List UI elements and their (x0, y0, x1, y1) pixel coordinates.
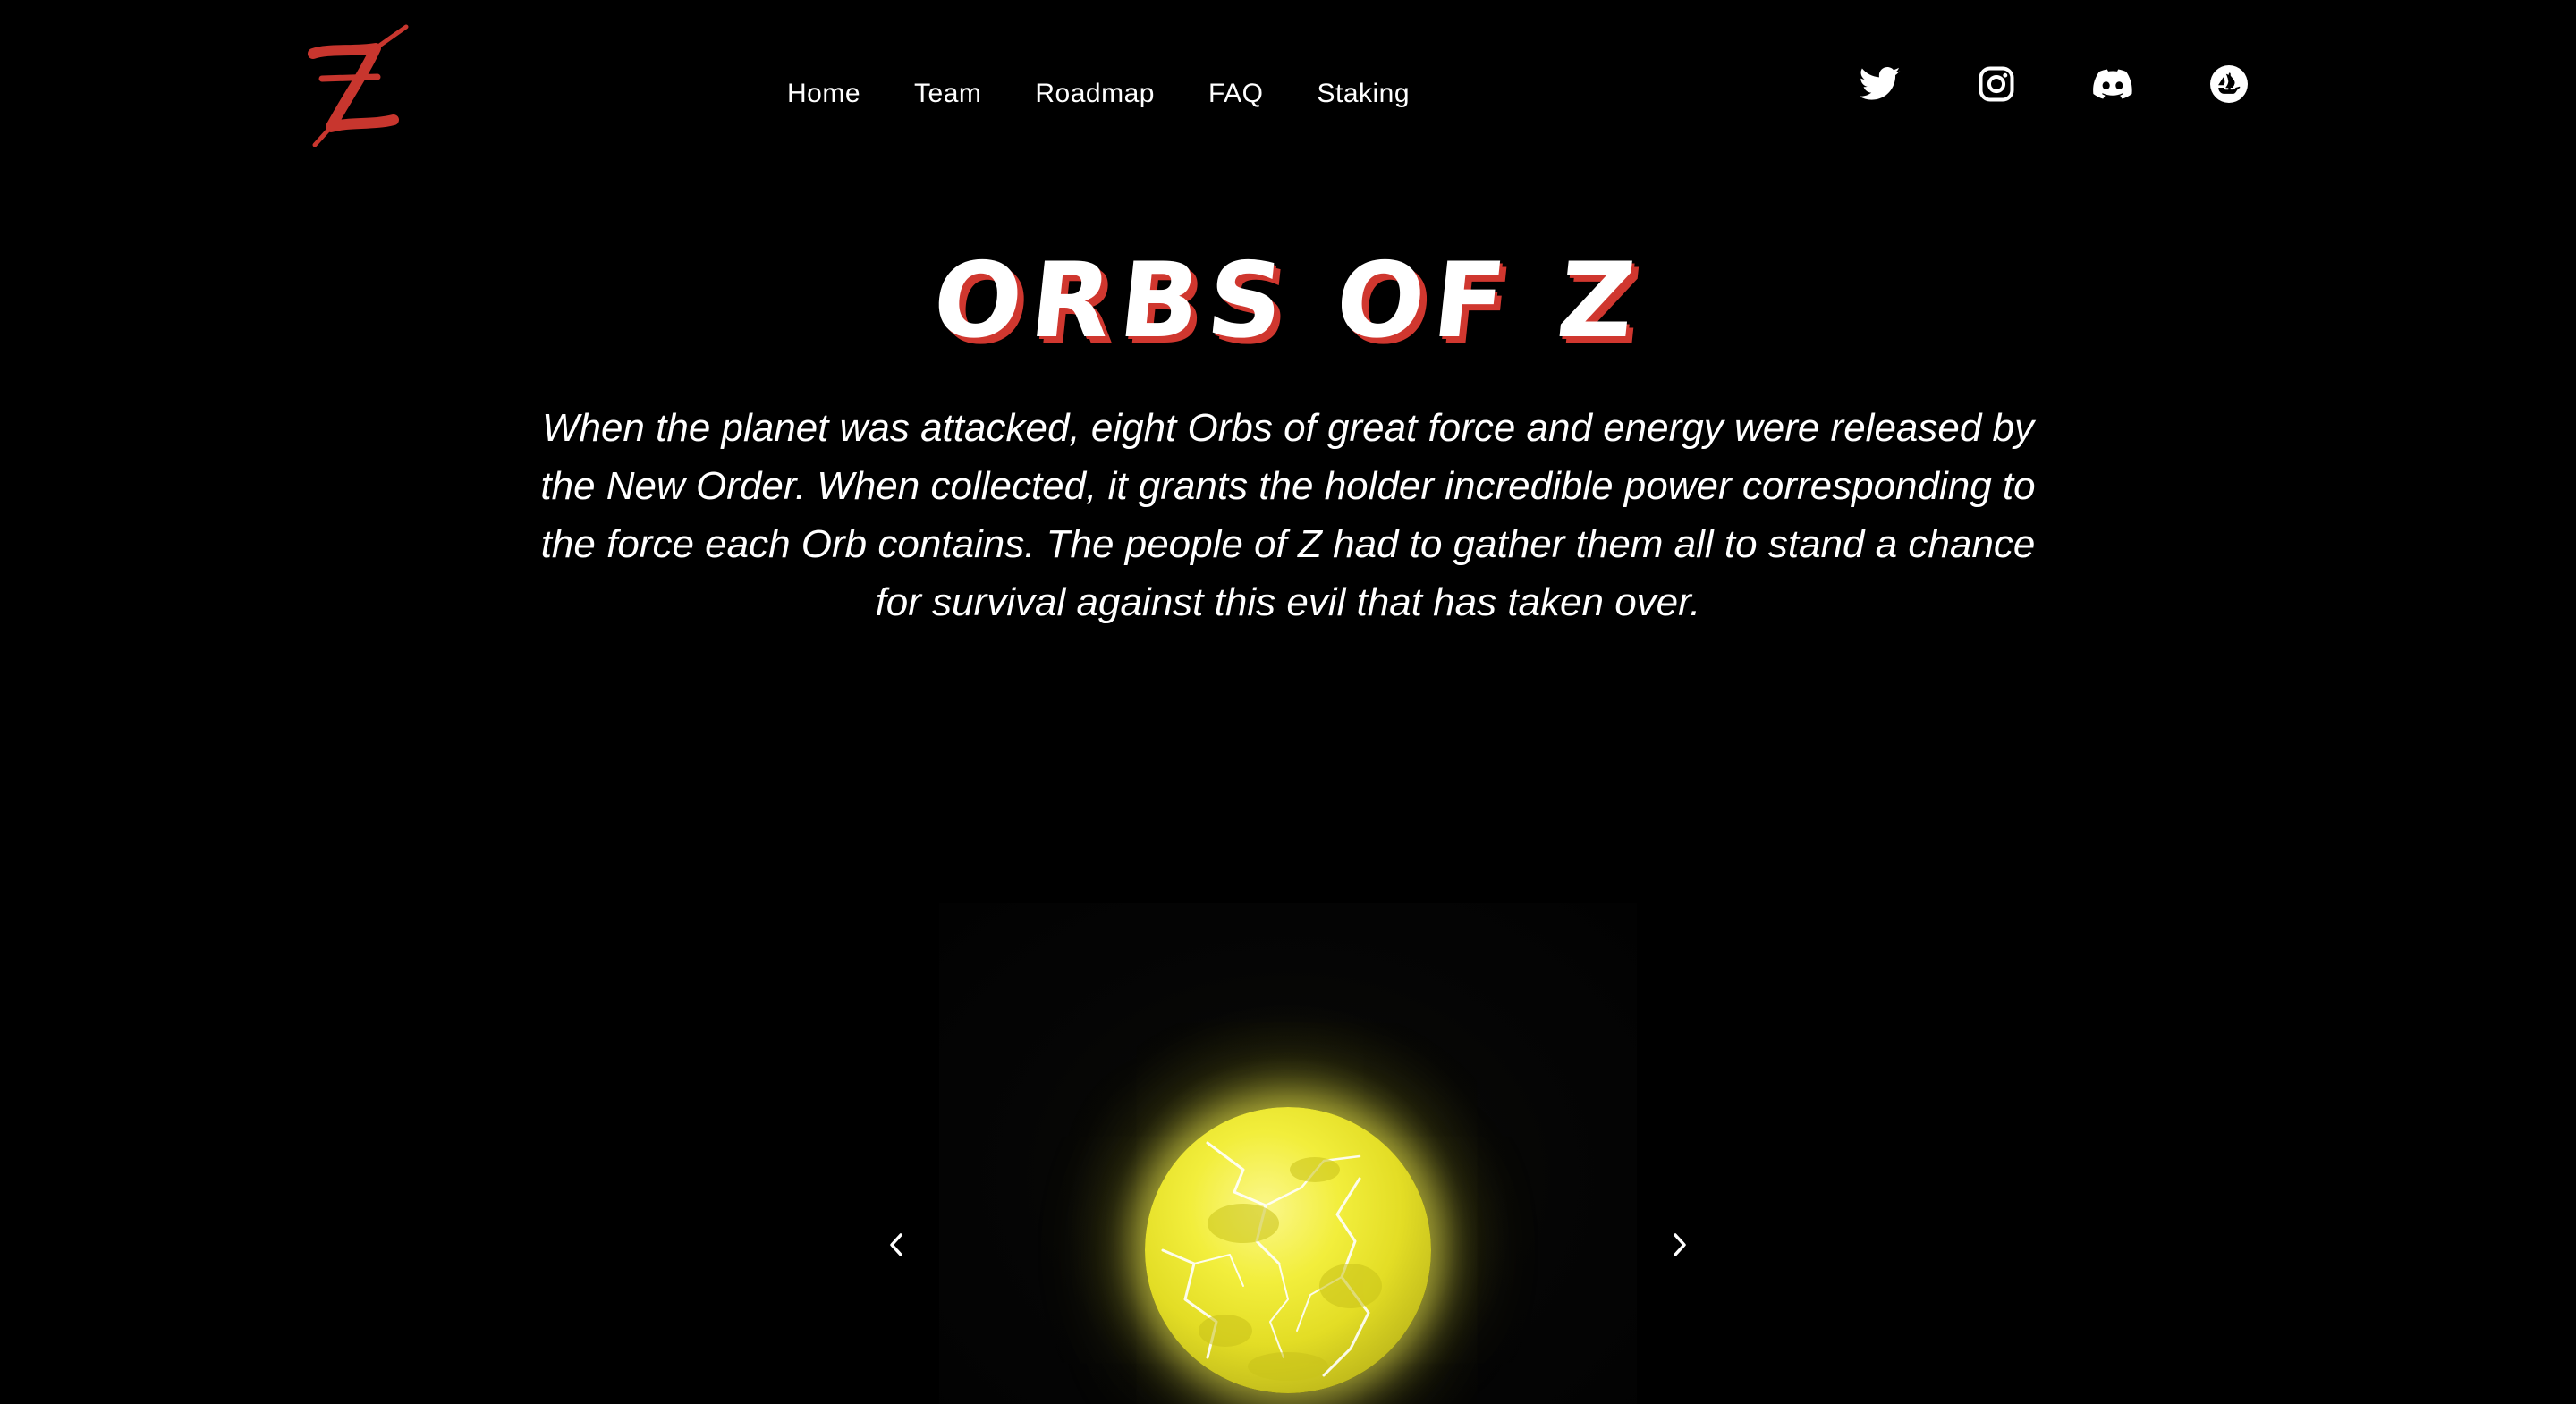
chevron-right-icon (1674, 1233, 1686, 1256)
nav-team[interactable]: Team (914, 73, 981, 114)
discord-link[interactable] (2091, 63, 2134, 106)
orb-lightning-pattern (1161, 1141, 1382, 1381)
hero-title-wrap: ORBS OF Z (0, 234, 2576, 368)
twitter-link[interactable] (1859, 63, 1902, 106)
hero-title: ORBS OF Z (927, 241, 1649, 361)
opensea-link[interactable] (2207, 63, 2250, 106)
chevron-left-icon (890, 1233, 902, 1256)
carousel-next-button[interactable] (1662, 1227, 1698, 1263)
main-nav: Home Team Roadmap FAQ Staking (787, 73, 1410, 114)
page: Home Team Roadmap FAQ Staking ORBS OF Z … (0, 0, 2576, 1404)
nav-roadmap[interactable]: Roadmap (1035, 73, 1155, 114)
nav-staking[interactable]: Staking (1317, 73, 1410, 114)
instagram-icon (1979, 66, 2014, 102)
brand-logo[interactable] (301, 21, 417, 148)
z-logo-icon (308, 24, 409, 148)
hero-description: When the planet was attacked, eight Orbs… (540, 406, 2036, 624)
social-links (1859, 63, 2250, 106)
opensea-icon (2210, 65, 2248, 103)
discord-icon (2093, 69, 2132, 99)
nav-faq[interactable]: FAQ (1208, 73, 1264, 114)
instagram-link[interactable] (1975, 63, 2018, 106)
orb-image (1145, 1107, 1431, 1393)
nav-home[interactable]: Home (787, 73, 860, 114)
twitter-icon (1860, 67, 1901, 100)
carousel-prev-button[interactable] (878, 1227, 914, 1263)
